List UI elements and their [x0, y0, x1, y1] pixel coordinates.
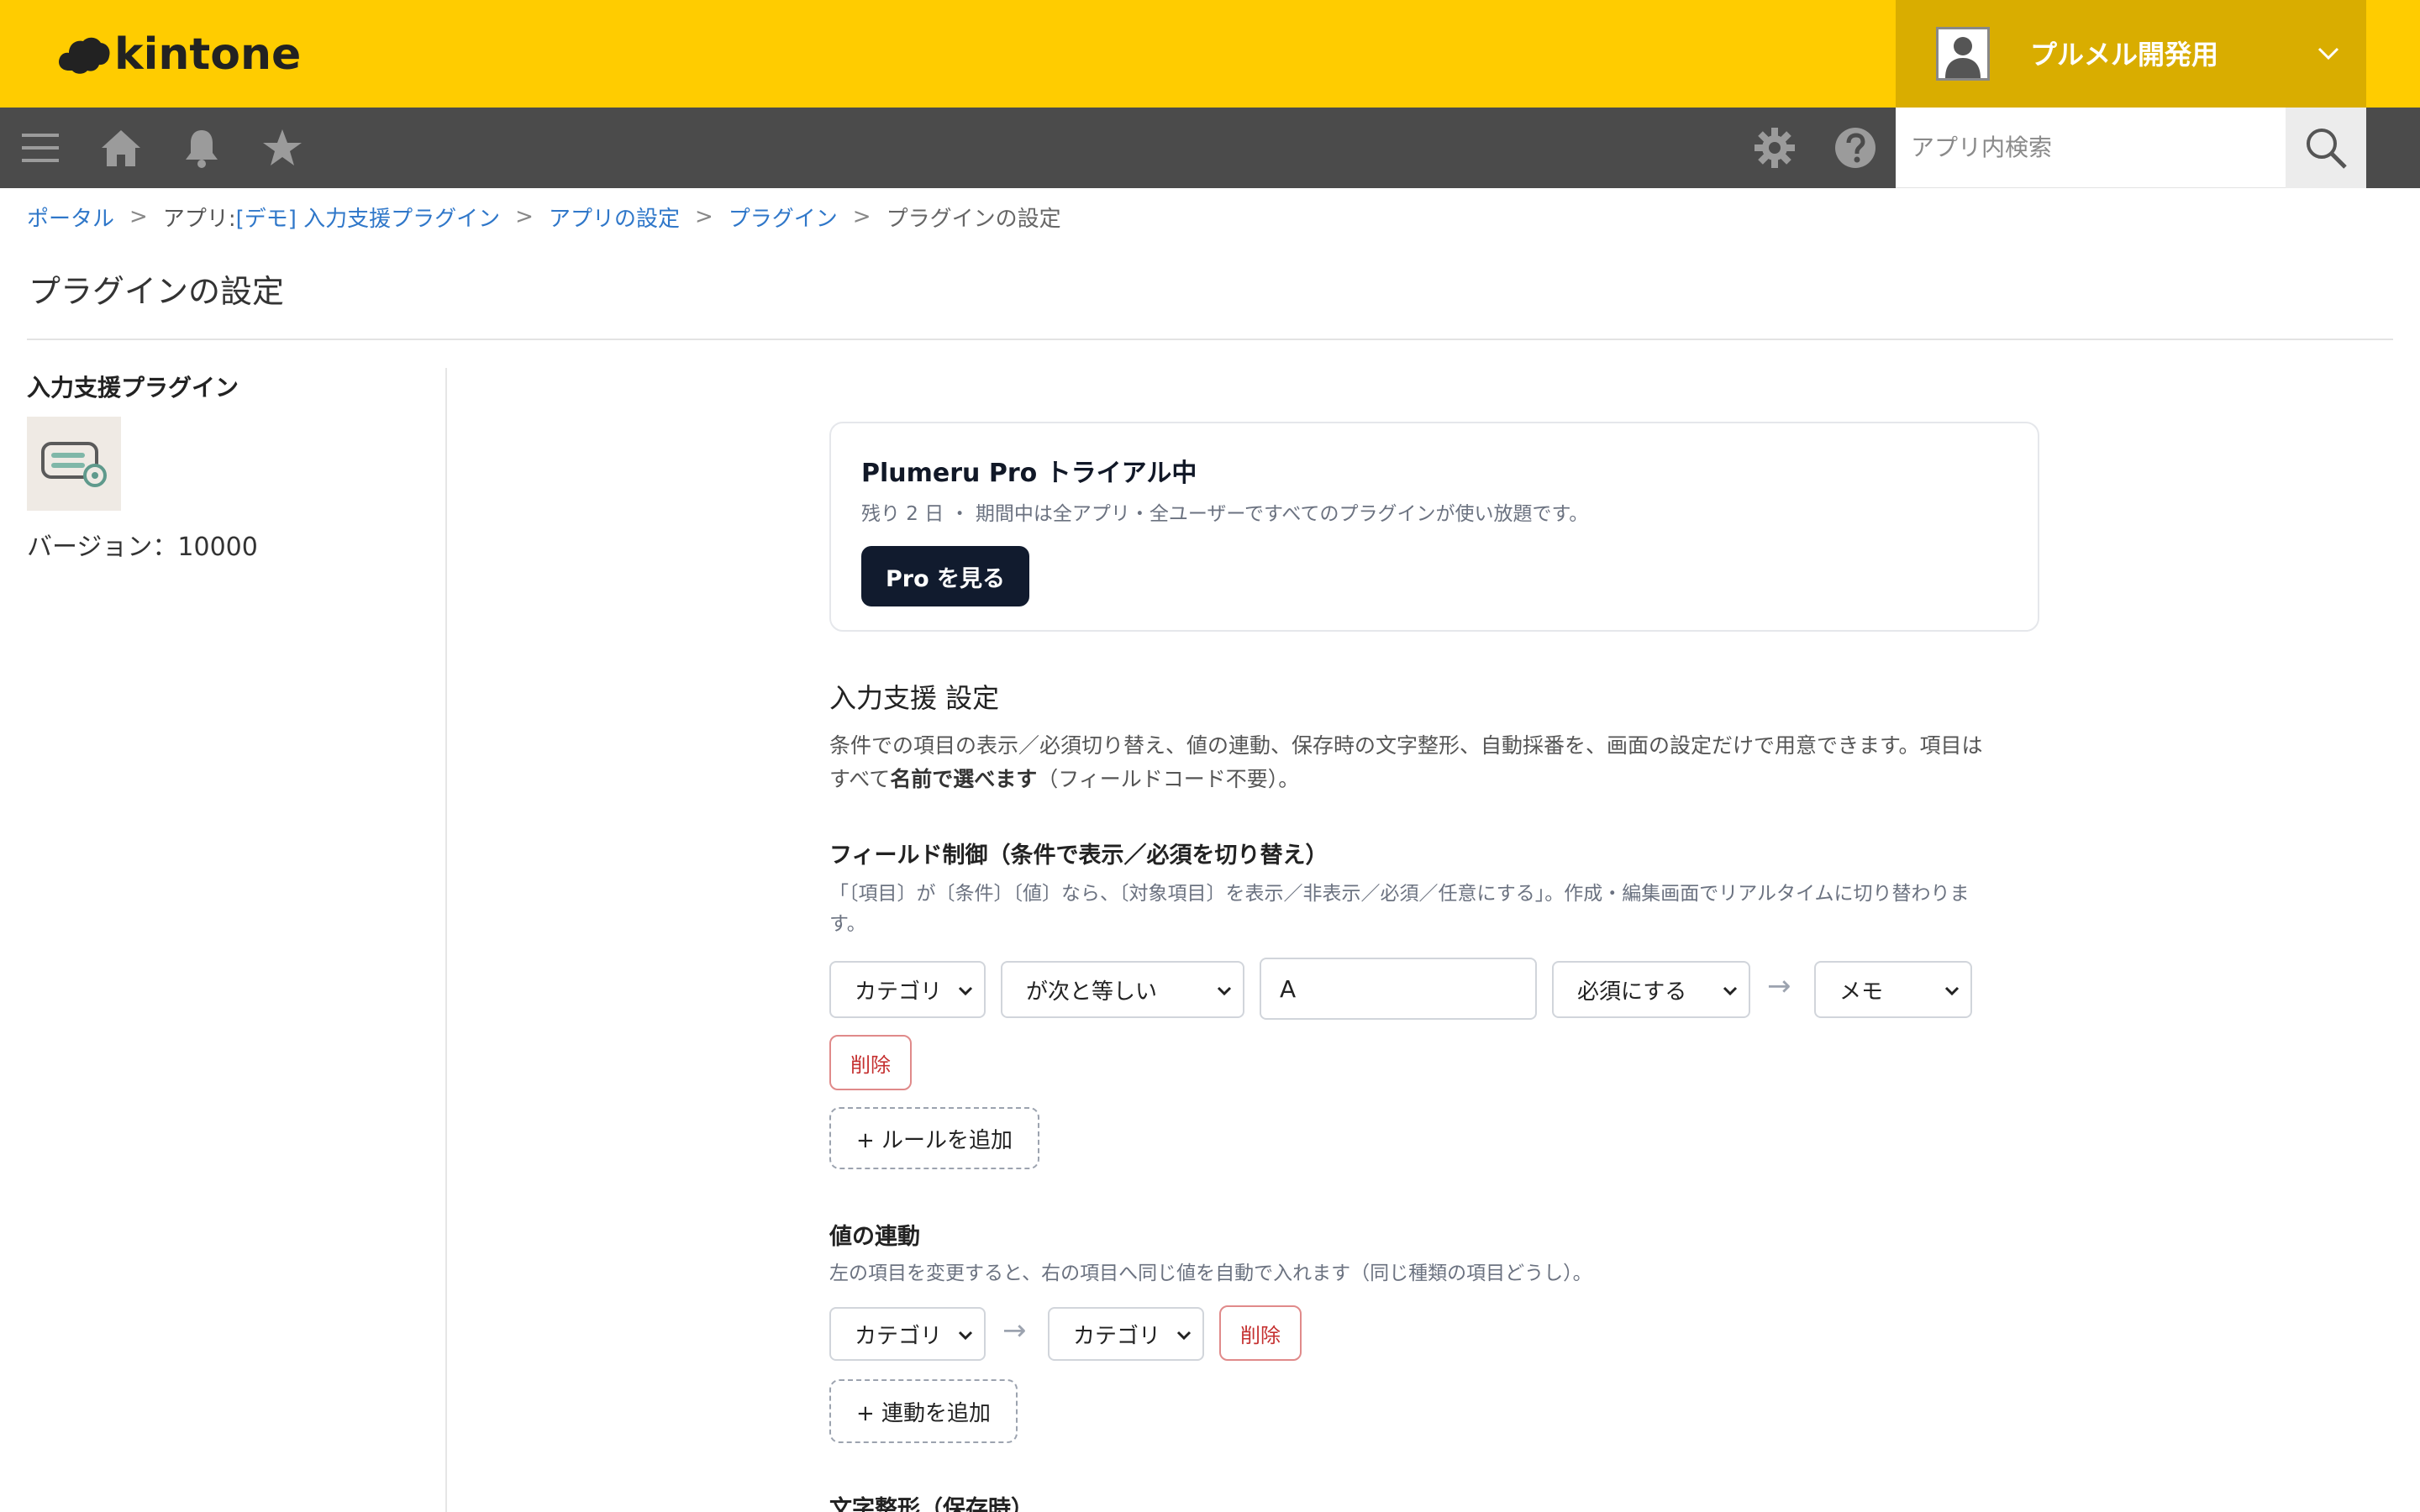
- settings-description-line2: すべて名前で選べます（フィールドコード不要）。: [829, 763, 2056, 796]
- field-control-title: フィールド制御（条件で表示／必須を切り替え）: [829, 843, 1328, 869]
- user-name: プルメル開発用: [2030, 39, 2219, 71]
- field-control-desc-line1: 「〔項目〕が〔条件〕〔値〕なら、〔対象項目〕を表示／非表示／必須／任意にする」。…: [829, 883, 1970, 905]
- delete-link-button[interactable]: 削除: [1219, 1305, 1302, 1361]
- bell-icon[interactable]: [176, 123, 227, 173]
- delete-rule-button[interactable]: 削除: [829, 1035, 912, 1090]
- gear-icon[interactable]: [1749, 123, 1800, 173]
- breadcrumb-plugins-link[interactable]: プラグイン: [729, 202, 838, 233]
- chevron-down-icon: [2317, 47, 2339, 60]
- rule-target-select[interactable]: メモ: [1814, 961, 1972, 1018]
- title-divider: [27, 339, 2393, 340]
- rule-value-input[interactable]: A: [1260, 958, 1537, 1020]
- plugin-name: 入力支援プラグイン: [27, 374, 239, 402]
- settings-description: 条件での項目の表示／必須切り替え、値の連動、保存時の文字整形、自動採番を、画面の…: [829, 729, 2056, 796]
- rule-condition-select[interactable]: が次と等しい: [1001, 961, 1244, 1018]
- settings-title: 入力支援 設定: [829, 682, 1000, 714]
- kintone-logo[interactable]: kintone: [57, 25, 301, 84]
- rule-value-text: A: [1280, 974, 1297, 1003]
- rule-target-value: メモ: [1839, 979, 1884, 1005]
- desc-prefix: すべて: [829, 767, 891, 791]
- pro-trial-subtitle: 残り 2 日 ・ 期間中は全アプリ・全ユーザーですべてのプラグインが使い放題です…: [861, 503, 1589, 525]
- rule-field-select[interactable]: カテゴリ: [829, 961, 986, 1018]
- settings-description-line1: 条件での項目の表示／必須切り替え、値の連動、保存時の文字整形、自動採番を、画面の…: [829, 733, 1983, 758]
- plugin-version: バージョン：10000: [27, 533, 258, 562]
- breadcrumb-separator: >: [694, 204, 713, 229]
- search-icon: [2307, 129, 2347, 169]
- link-source-value: カテゴリ: [855, 1323, 943, 1349]
- breadcrumb-app-settings-link[interactable]: アプリの設定: [549, 202, 680, 233]
- breadcrumb-separator: >: [852, 204, 871, 229]
- breadcrumb-portal-link[interactable]: ポータル: [27, 202, 114, 233]
- link-target-value: カテゴリ: [1073, 1323, 1161, 1349]
- chevron-down-icon: [1176, 1331, 1192, 1341]
- view-pro-button[interactable]: Pro を見る: [861, 546, 1029, 606]
- rule-action-value: 必須にする: [1577, 979, 1687, 1005]
- search-button[interactable]: [2286, 108, 2366, 188]
- pro-trial-title: Plumeru Pro トライアル中: [861, 459, 1197, 488]
- chevron-down-icon: [1723, 986, 1738, 996]
- breadcrumb: ポータル > アプリ: [デモ] 入力支援プラグイン > アプリの設定 > プラ…: [27, 202, 1061, 232]
- star-icon[interactable]: [257, 123, 308, 173]
- breadcrumb-separator: >: [515, 204, 534, 229]
- user-menu[interactable]: プルメル開発用: [1896, 0, 2366, 108]
- rule-action-select[interactable]: 必須にする: [1552, 961, 1750, 1018]
- menu-icon[interactable]: [15, 123, 66, 173]
- help-icon[interactable]: [1830, 123, 1881, 173]
- arrow-icon: →: [1767, 969, 1791, 1003]
- top-header: kintone プルメル開発用: [0, 0, 2420, 108]
- sidebar-divider: [445, 368, 447, 1512]
- chevron-down-icon: [1217, 986, 1232, 996]
- page-title: プラグインの設定: [29, 273, 285, 310]
- form-settings-icon: [41, 442, 107, 487]
- arrow-icon: →: [1002, 1314, 1027, 1347]
- field-control-description: 「〔項目〕が〔条件〕〔値〕なら、〔対象項目〕を表示／非表示／必須／任意にする」。…: [829, 879, 2039, 939]
- link-target-select[interactable]: カテゴリ: [1048, 1307, 1204, 1361]
- chevron-down-icon: [1944, 986, 1960, 996]
- chevron-down-icon: [958, 986, 973, 996]
- breadcrumb-app-prefix: アプリ:: [162, 206, 236, 232]
- home-icon[interactable]: [96, 123, 146, 173]
- desc-bold: 名前で選べます: [890, 767, 1038, 791]
- logo-text: kintone: [114, 29, 302, 80]
- add-link-button[interactable]: + 連動を追加: [829, 1379, 1018, 1443]
- breadcrumb-app-link[interactable]: [デモ] 入力支援プラグイン: [236, 202, 501, 233]
- add-rule-button[interactable]: + ルールを追加: [829, 1107, 1039, 1169]
- app-search-box: [1896, 108, 2286, 188]
- field-control-desc-line2: す。: [829, 913, 866, 935]
- value-link-title: 値の連動: [829, 1224, 920, 1250]
- desc-suffix: （フィールドコード不要）。: [1037, 767, 1300, 791]
- text-format-title: 文字整形（保存時）: [829, 1496, 1034, 1512]
- breadcrumb-current: プラグインの設定: [886, 206, 1061, 232]
- search-input[interactable]: [1896, 108, 2286, 187]
- chevron-down-icon: [958, 1331, 973, 1341]
- pro-trial-card: Plumeru Pro トライアル中 残り 2 日 ・ 期間中は全アプリ・全ユー…: [829, 422, 2039, 632]
- value-link-description: 左の項目を変更すると、右の項目へ同じ値を自動で入れます（同じ種類の項目どうし）。: [829, 1263, 1592, 1284]
- rule-condition-value: が次と等しい: [1026, 979, 1158, 1005]
- breadcrumb-separator: >: [129, 204, 148, 229]
- rule-field-value: カテゴリ: [855, 979, 943, 1005]
- avatar: [1936, 27, 1990, 81]
- cloud-logo-icon: [59, 37, 110, 74]
- user-icon: [1945, 37, 1981, 78]
- plugin-icon: [27, 417, 121, 511]
- link-source-select[interactable]: カテゴリ: [829, 1307, 986, 1361]
